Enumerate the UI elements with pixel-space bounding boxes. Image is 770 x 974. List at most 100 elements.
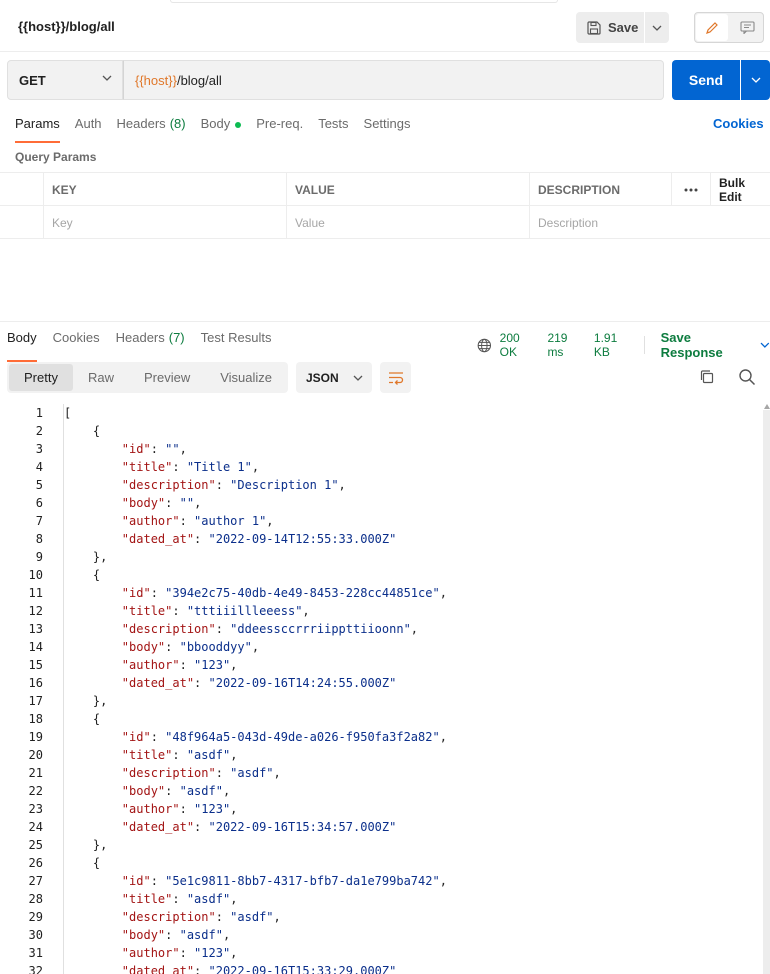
tab-label: Body (200, 116, 231, 131)
code-line: 7 "author": "author 1", (0, 512, 762, 530)
code-line: 24 "dated_at": "2022-09-16T15:34:57.000Z… (0, 818, 762, 836)
status-code[interactable]: 200 OK (500, 331, 540, 359)
code-text: "title": "Title 1", (121, 460, 260, 474)
url-input[interactable]: {{host}}/blog/all (123, 60, 664, 100)
code-line: 17 }, (0, 692, 762, 710)
code-text: "dated_at": "2022-09-16T15:33:29.000Z" (121, 964, 397, 974)
chevron-down-icon (353, 375, 363, 381)
method-select[interactable]: GET (7, 60, 123, 100)
code-text: "description": "asdf", (121, 766, 281, 780)
tab-label: Tests (318, 116, 349, 131)
format-select[interactable]: JSON (296, 362, 372, 393)
save-options-button[interactable] (645, 12, 669, 43)
line-number: 27 (28, 874, 43, 888)
more-horizontal-icon (684, 188, 698, 191)
code-line: 14 "body": "bbooddyy", (0, 638, 762, 656)
method-label: GET (19, 72, 46, 88)
copy-icon[interactable] (699, 369, 715, 385)
code-line: 20 "title": "asdf", (0, 746, 762, 764)
search-icon[interactable] (738, 368, 756, 386)
code-text: "dated_at": "2022-09-16T15:34:57.000Z" (121, 820, 397, 834)
response-time[interactable]: 219 ms (547, 331, 585, 359)
code-text: { (64, 568, 101, 582)
code-line: 2 { (0, 422, 762, 440)
code-line: 22 "body": "asdf", (0, 782, 762, 800)
wrap-lines-button[interactable] (380, 362, 411, 393)
tab-auth[interactable]: Auth (75, 116, 102, 140)
line-number: 19 (28, 730, 43, 744)
tab-settings[interactable]: Settings (364, 116, 411, 140)
request-title[interactable]: {{host}}/blog/all (18, 19, 115, 34)
tab-response-headers[interactable]: Headers (7) (116, 330, 185, 354)
tab-label: Settings (363, 116, 411, 131)
pencil-icon (706, 21, 718, 34)
line-number: 10 (28, 568, 43, 582)
line-number: 17 (28, 694, 43, 708)
send-button[interactable]: Send (672, 60, 740, 100)
line-number: 22 (28, 784, 43, 798)
line-number: 30 (28, 928, 43, 942)
value-input[interactable]: Value (286, 206, 529, 239)
code-line: 32 "dated_at": "2022-09-16T15:33:29.000Z… (0, 962, 762, 974)
tab-preview[interactable]: Preview (129, 364, 205, 391)
view-mode-toggle (694, 12, 764, 43)
comments-mode-button[interactable] (731, 14, 763, 41)
code-text: "id": "48f964a5-043d-49de-a026-f950fa3f2… (121, 730, 447, 744)
code-text: "id": "", (121, 442, 187, 456)
tab-headers[interactable]: Headers (8) (117, 116, 186, 140)
tab-response-cookies[interactable]: Cookies (53, 330, 100, 354)
cookies-link[interactable]: Cookies (713, 116, 764, 131)
line-number: 2 (35, 424, 43, 438)
tab-label: Headers (116, 116, 166, 131)
save-button[interactable]: Save (576, 12, 644, 43)
tab-response-body[interactable]: Body (7, 330, 37, 362)
code-line: 23 "author": "123", (0, 800, 762, 818)
scrollbar-thumb[interactable] (763, 410, 770, 974)
key-input[interactable]: Key (43, 206, 286, 239)
code-text: "id": "394e2c75-40db-4e49-8453-228cc4485… (121, 586, 447, 600)
code-text: [ (64, 406, 72, 420)
code-text: "body": "", (121, 496, 202, 510)
code-text: "title": "tttiiillleeess", (121, 604, 310, 618)
code-line: 1[ (0, 404, 762, 422)
tab-pre-request[interactable]: Pre-req. (256, 116, 303, 140)
code-line: 16 "dated_at": "2022-09-16T14:24:55.000Z… (0, 674, 762, 692)
code-line: 11 "id": "394e2c75-40db-4e49-8453-228cc4… (0, 584, 762, 602)
code-text: "dated_at": "2022-09-16T14:24:55.000Z" (121, 676, 397, 690)
response-size[interactable]: 1.91 KB (594, 331, 636, 359)
tab-params[interactable]: Params (15, 116, 60, 143)
column-header-value: VALUE (286, 173, 529, 206)
tab-raw[interactable]: Raw (73, 364, 129, 391)
code-text: "author": "123", (121, 946, 238, 960)
edit-mode-button[interactable] (696, 14, 728, 41)
bulk-edit-button[interactable]: Bulk Edit (710, 173, 770, 206)
code-line: 27 "id": "5e1c9811-8bb7-4317-bfb7-da1e79… (0, 872, 762, 890)
tab-body[interactable]: Body (201, 116, 242, 140)
url-bar: GET {{host}}/blog/all (7, 60, 664, 100)
headers-count: (7) (168, 330, 185, 345)
tab-label: Headers (115, 330, 165, 345)
send-options-button[interactable] (741, 60, 770, 100)
response-body-viewer[interactable]: 1[2 {3 "id": "", 4 "title": "Title 1", 5 "… (0, 404, 762, 974)
tab-tests[interactable]: Tests (318, 116, 348, 140)
code-line: 13 "description": "ddeessccrrriippttiioo… (0, 620, 762, 638)
table-header-row: KEY VALUE DESCRIPTION Bulk Edit (0, 173, 770, 206)
description-input[interactable]: Description (529, 206, 770, 239)
tab-visualize[interactable]: Visualize (205, 364, 287, 391)
response-divider[interactable] (0, 321, 770, 322)
code-text: }, (64, 694, 108, 708)
column-header-description: DESCRIPTION (529, 173, 671, 206)
more-options-button[interactable] (671, 173, 710, 206)
tab-pretty[interactable]: Pretty (9, 364, 73, 391)
chevron-down-icon (760, 342, 770, 348)
code-line: 26 { (0, 854, 762, 872)
format-label: JSON (306, 370, 339, 385)
code-line: 6 "body": "", (0, 494, 762, 512)
tab-test-results[interactable]: Test Results (201, 330, 272, 354)
save-response-button[interactable]: Save Response (653, 330, 770, 360)
line-number: 9 (35, 550, 43, 564)
scroll-up-arrow[interactable] (764, 404, 770, 409)
response-tabs: Body Cookies Headers (7) Test Results (7, 330, 287, 362)
globe-icon[interactable] (477, 338, 492, 353)
scrollbar[interactable] (763, 404, 770, 974)
